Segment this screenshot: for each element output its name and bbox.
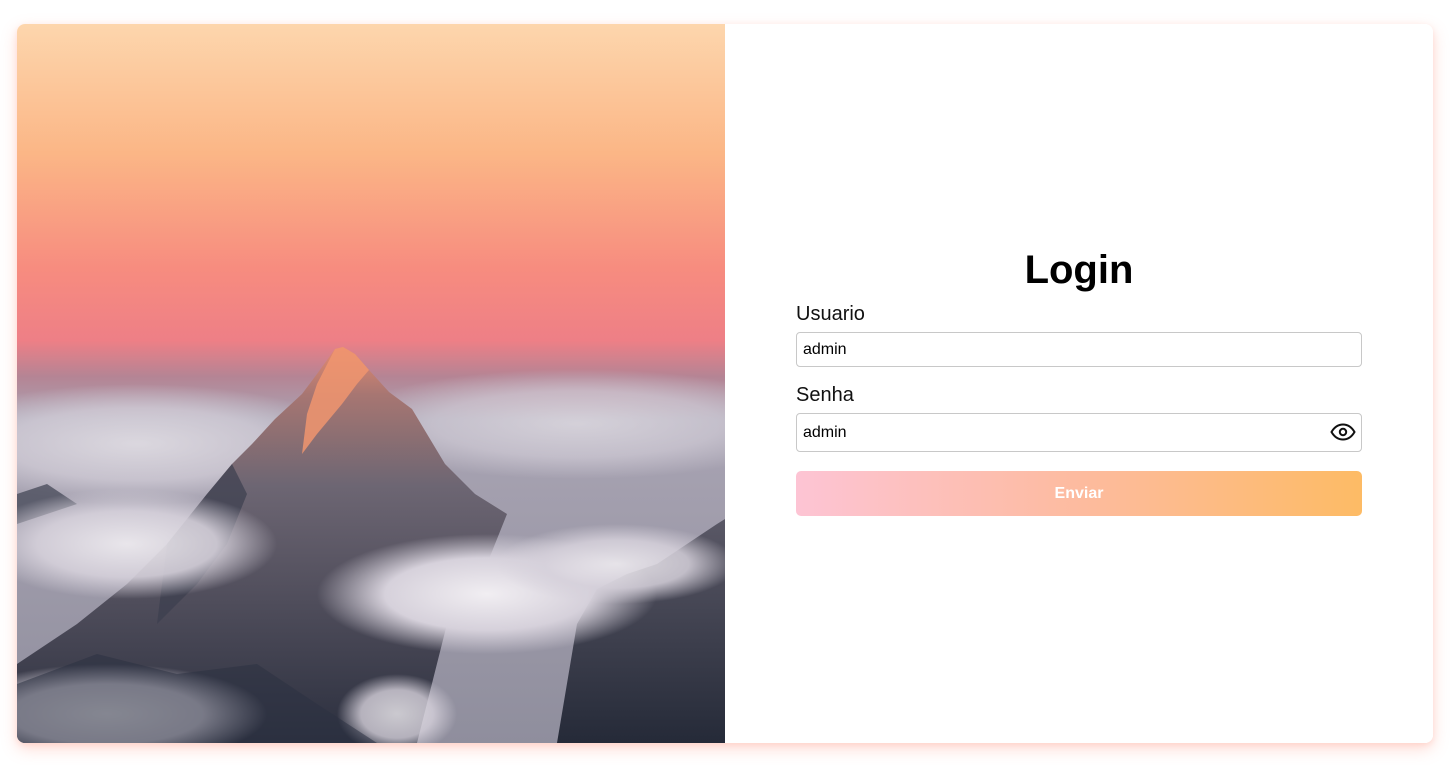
login-panel: Login Usuario Senha Enviar xyxy=(725,24,1433,743)
password-input[interactable] xyxy=(796,413,1362,452)
hero-image xyxy=(17,24,725,743)
password-field-wrap xyxy=(796,413,1362,452)
mountain-photo xyxy=(17,24,725,743)
submit-button[interactable]: Enviar xyxy=(796,471,1362,516)
login-card: Login Usuario Senha Enviar xyxy=(17,24,1433,743)
username-input[interactable] xyxy=(796,332,1362,367)
username-field-wrap xyxy=(796,332,1362,367)
login-title: Login xyxy=(1024,248,1134,292)
eye-icon[interactable] xyxy=(1330,421,1356,443)
username-label: Usuario xyxy=(796,303,865,325)
login-form: Login Usuario Senha Enviar xyxy=(796,246,1362,516)
password-label: Senha xyxy=(796,384,854,406)
